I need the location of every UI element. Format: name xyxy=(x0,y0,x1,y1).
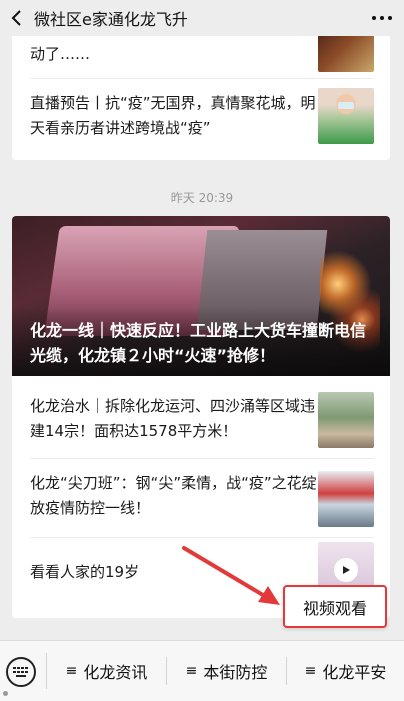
page-title: 微社区e家通化龙飞升 xyxy=(34,10,188,29)
menu-list-icon: ≡ xyxy=(185,663,198,679)
menu-item-label: 本街防控 xyxy=(203,663,268,682)
list-item[interactable]: 化龙治水｜拆除化龙运河、四沙涌等区域违建14宗！面积达1578平方米！ xyxy=(12,376,390,458)
article-card: 化龙一线｜快速反应！工业路上大货车撞断电信光缆，化龙镇２小时“火速”抢修！ 化龙… xyxy=(12,216,390,618)
hero-article[interactable]: 化龙一线｜快速反应！工业路上大货车撞断电信光缆，化龙镇２小时“火速”抢修！ xyxy=(12,216,390,376)
top-nav-bar: 微社区e家通化龙飞升 xyxy=(0,0,404,36)
menu-item-label: 化龙平安 xyxy=(322,663,387,682)
chevron-left-icon xyxy=(11,10,21,26)
article-title: 动了…… xyxy=(30,45,91,63)
menu-list-icon: ≡ xyxy=(304,663,317,679)
hero-title: 化龙一线｜快速反应！工业路上大货车撞断电信光缆，化龙镇２小时“火速”抢修！ xyxy=(30,321,367,365)
article-title: 看看人家的19岁 xyxy=(30,563,140,581)
bottom-menu-bar: ≡ 化龙资讯 ≡ 本街防控 ≡ 化龙平安 xyxy=(0,640,404,701)
menu-item-safety[interactable]: ≡ 化龙平安 xyxy=(287,641,404,701)
indicator-dot xyxy=(3,691,8,696)
back-button[interactable] xyxy=(0,0,32,36)
article-thumbnail xyxy=(318,36,374,72)
list-item[interactable]: 化龙“尖刀班”：钢“尖”柔情，战“疫”之花绽放疫情防控一线！ xyxy=(12,459,390,537)
article-thumbnail xyxy=(318,471,374,527)
menu-item-prevention[interactable]: ≡ 本街防控 xyxy=(167,641,286,701)
more-button[interactable] xyxy=(360,0,404,36)
article-title: 化龙“尖刀班”：钢“尖”柔情，战“疫”之花绽放疫情防控一线！ xyxy=(30,474,317,517)
more-dots-icon xyxy=(372,16,376,20)
article-thumbnail xyxy=(318,88,374,144)
message-timestamp: 昨天 20:39 xyxy=(170,191,234,205)
keyboard-icon xyxy=(13,667,28,677)
article-title: 直播预告丨抗“疫”无国界，真情聚花城，明天看亲历者讲述跨境战“疫” xyxy=(30,94,316,137)
video-watch-popup[interactable]: 视频观看 xyxy=(283,585,387,628)
play-icon[interactable] xyxy=(334,558,358,582)
menu-list-icon: ≡ xyxy=(65,663,78,679)
menu-item-label: 化龙资讯 xyxy=(83,663,148,682)
article-card-previous: 动了…… 直播预告丨抗“疫”无国界，真情聚花城，明天看亲历者讲述跨境战“疫” xyxy=(12,36,390,160)
list-item[interactable]: 动了…… xyxy=(12,36,390,76)
article-title: 化龙治水｜拆除化龙运河、四沙涌等区域违建14宗！面积达1578平方米！ xyxy=(30,397,316,440)
menu-item-news[interactable]: ≡ 化龙资讯 xyxy=(47,641,166,701)
article-thumbnail xyxy=(318,392,374,448)
popup-label: 视频观看 xyxy=(302,598,367,618)
list-item[interactable]: 直播预告丨抗“疫”无国界，真情聚花城，明天看亲历者讲述跨境战“疫” xyxy=(12,79,390,159)
keyboard-toggle-button[interactable] xyxy=(6,657,36,687)
